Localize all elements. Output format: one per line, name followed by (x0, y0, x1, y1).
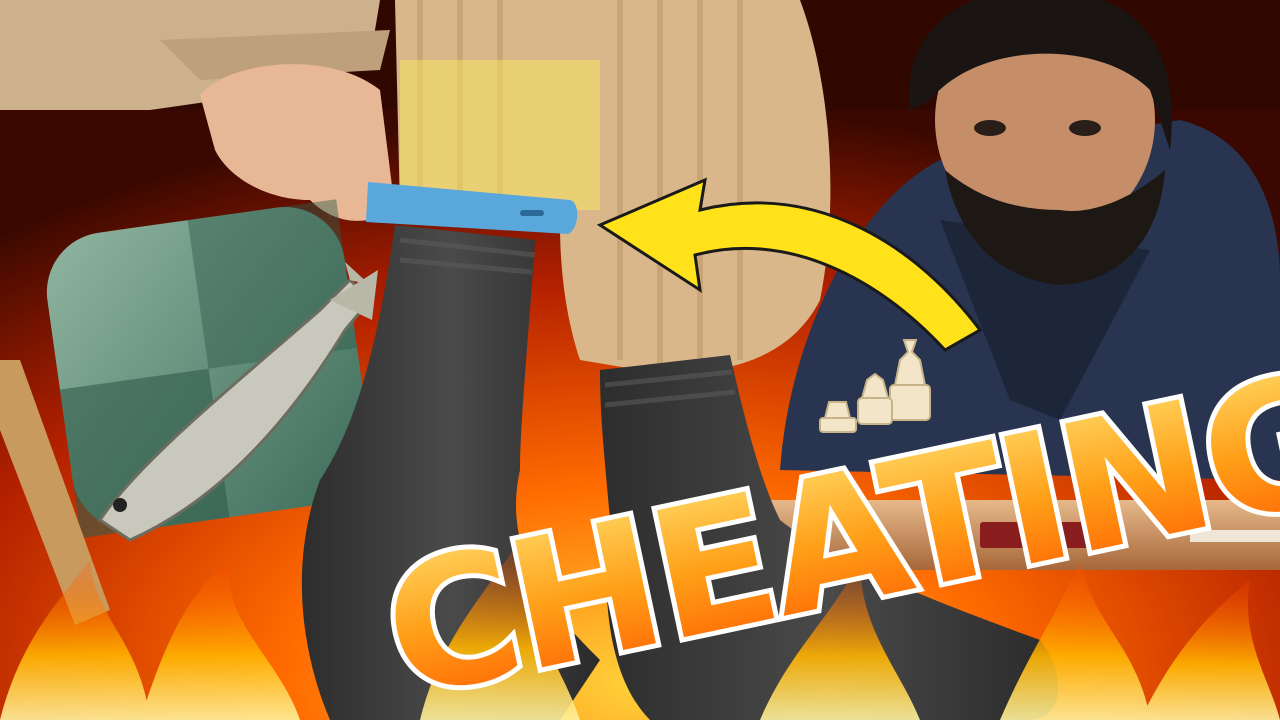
thumbnail-stage: CHEATING! (0, 0, 1280, 720)
thumbnail-scene (0, 0, 1280, 720)
chess-clock (980, 522, 1090, 548)
yellow-highlight (400, 60, 600, 210)
